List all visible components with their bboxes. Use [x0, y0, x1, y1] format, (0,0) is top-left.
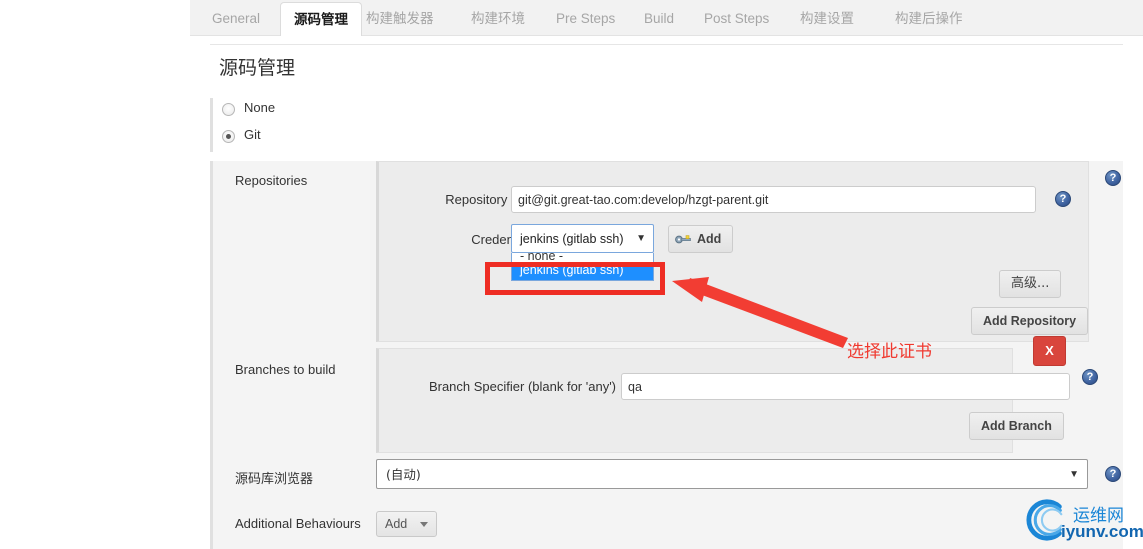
branches-row: Branches to build Branch Specifier (blan…: [213, 336, 1123, 456]
title-divider: [210, 44, 1123, 45]
tab-pre-steps[interactable]: Pre Steps: [543, 2, 628, 36]
repository-url-input[interactable]: [511, 186, 1036, 213]
repository-url-help-icon[interactable]: [1055, 191, 1071, 207]
credentials-selected-value: jenkins (gitlab ssh): [520, 232, 624, 246]
page-body: 源码管理 None Git Repositories Repository UR…: [190, 36, 1143, 549]
branches-help-icon[interactable]: [1082, 369, 1098, 385]
repo-browser-selected-value: (自动): [386, 467, 421, 482]
tab-source-code-mgmt[interactable]: 源码管理: [280, 2, 362, 37]
repositories-row: Repositories Repository URL Credentials …: [213, 161, 1123, 344]
tab-post-build-actions[interactable]: 构建后操作: [882, 2, 976, 36]
tab-post-steps[interactable]: Post Steps: [691, 2, 782, 36]
tab-build-settings[interactable]: 构建设置: [787, 2, 867, 36]
watermark-logo: 运维网 iyunv.com: [1021, 497, 1143, 547]
tab-build[interactable]: Build: [631, 2, 687, 36]
branches-panel: Branch Specifier (blank for 'any') Add B…: [376, 348, 1070, 453]
repo-browser-select[interactable]: (自动) ▼: [376, 459, 1088, 489]
scm-radio-group: None Git: [210, 98, 1123, 152]
credentials-dropdown-list[interactable]: - none - jenkins (gitlab ssh): [511, 253, 654, 281]
additional-behaviours-add-button[interactable]: Add: [376, 511, 437, 537]
annotation-text: 选择此证书: [847, 342, 932, 362]
scm-radio-git[interactable]: Git: [213, 125, 1123, 152]
delete-repository-button[interactable]: X: [1033, 336, 1066, 366]
credentials-select[interactable]: jenkins (gitlab ssh) ▼ - none - jenkins …: [511, 224, 654, 281]
tab-build-triggers[interactable]: 构建触发器: [353, 2, 447, 36]
tab-general[interactable]: General: [199, 2, 273, 36]
repositories-help-icon[interactable]: [1105, 170, 1121, 186]
radio-none-label: None: [244, 100, 276, 115]
add-credentials-label: Add: [697, 232, 722, 246]
chevron-down-icon: ▼: [1069, 469, 1079, 480]
scm-radio-none[interactable]: None: [213, 98, 1123, 125]
repositories-label: Repositories: [235, 173, 308, 188]
branch-specifier-label: Branch Specifier (blank for 'any'): [428, 379, 616, 394]
screenshot-root: General 源码管理 构建触发器 构建环境 Pre Steps Build …: [0, 0, 1143, 549]
page-title: 源码管理: [219, 57, 296, 79]
repo-browser-help-icon[interactable]: [1105, 466, 1121, 482]
radio-git-label: Git: [244, 127, 261, 142]
content-column: General 源码管理 构建触发器 构建环境 Pre Steps Build …: [190, 0, 1143, 549]
additional-behaviours-label: Additional Behaviours: [235, 516, 361, 531]
key-icon: [675, 235, 691, 244]
branch-specifier-input[interactable]: [621, 373, 1070, 400]
watermark-bottom-text: iyunv.com: [1061, 522, 1143, 541]
credentials-select-box[interactable]: jenkins (gitlab ssh) ▼: [511, 224, 654, 253]
additional-behaviours-row: Additional Behaviours Add: [213, 503, 1123, 549]
chevron-down-icon: ▼: [636, 233, 646, 244]
credentials-option-none[interactable]: - none -: [512, 253, 653, 262]
radio-none-indicator: [222, 103, 235, 116]
git-settings-area: Repositories Repository URL Credentials …: [210, 161, 1123, 549]
advanced-button[interactable]: 高级...: [999, 270, 1062, 298]
radio-git-indicator: [222, 130, 235, 143]
additional-behaviours-add-label: Add: [385, 517, 408, 531]
branches-label: Branches to build: [235, 362, 336, 377]
add-branch-button[interactable]: Add Branch: [969, 412, 1064, 440]
repo-browser-row: 源码库浏览器 (自动) ▼: [213, 456, 1123, 503]
tab-build-environment[interactable]: 构建环境: [458, 2, 538, 36]
add-repository-button[interactable]: Add Repository: [971, 307, 1089, 335]
repo-browser-label: 源码库浏览器: [235, 472, 314, 487]
caret-down-icon: [419, 522, 428, 528]
credentials-option-jenkins[interactable]: jenkins (gitlab ssh): [512, 262, 653, 280]
add-credentials-button[interactable]: Add: [668, 225, 734, 253]
config-tab-bar: General 源码管理 构建触发器 构建环境 Pre Steps Build …: [190, 0, 1143, 37]
